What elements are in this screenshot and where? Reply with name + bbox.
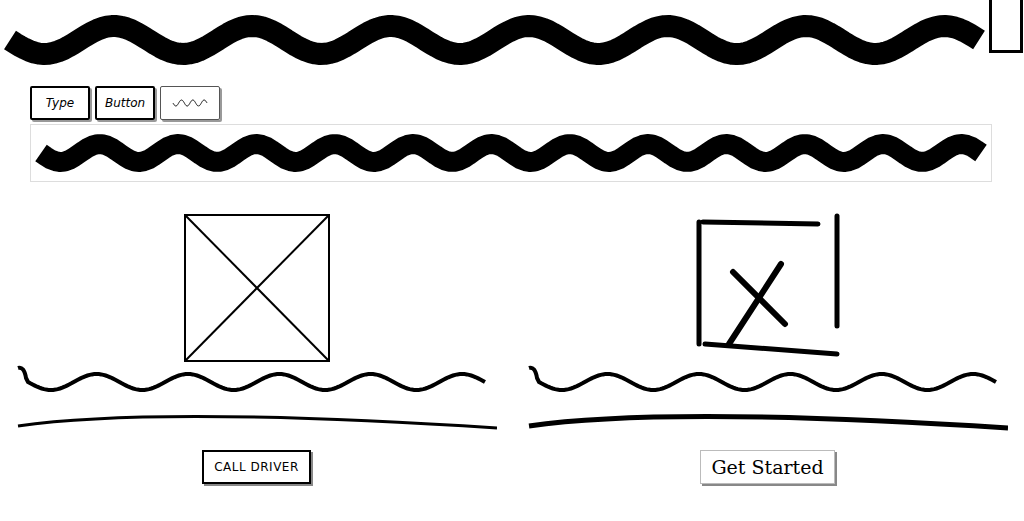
card: CALL DRIVER [16,212,497,484]
text-line-icon [16,406,497,434]
card-button[interactable]: CALL DRIVER [202,450,311,484]
title-scribble-icon [0,0,989,80]
corner-box[interactable] [989,0,1023,53]
banner-scribble-icon [31,125,991,181]
banner [30,124,992,182]
image-placeholder-icon [693,212,843,364]
image-placeholder-icon [182,212,332,364]
tab[interactable]: Type [30,86,90,120]
card: Get Started [527,212,1008,484]
scribble-icon [170,96,210,110]
tab[interactable] [160,86,220,120]
tab-row: TypeButton [0,80,1024,120]
text-line-icon [527,406,1008,434]
tab[interactable]: Button [95,86,155,120]
card-columns: CALL DRIVER Get Started [0,182,1024,484]
text-scribble-icon [16,364,497,400]
card-button[interactable]: Get Started [700,450,834,484]
text-scribble-icon [527,364,1008,400]
page: TypeButton CALL DRIVER Get Started [0,0,1024,521]
header [0,0,1024,80]
